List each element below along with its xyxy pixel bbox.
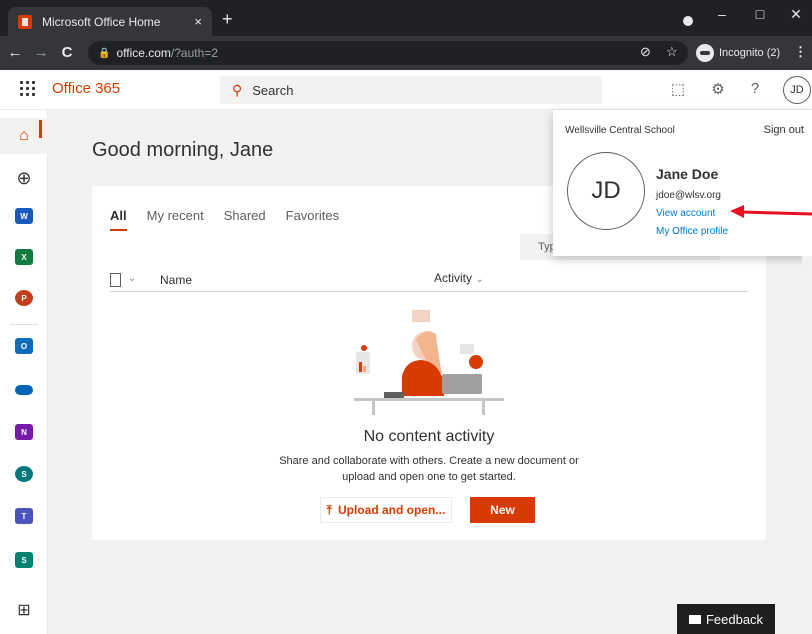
- tab-all[interactable]: All: [110, 208, 127, 231]
- search-input[interactable]: ⚲ Search: [220, 76, 602, 104]
- window-close-button[interactable]: ✕: [786, 6, 806, 23]
- account-name: Jane Doe: [656, 166, 719, 182]
- new-button[interactable]: New: [470, 497, 535, 523]
- tracking-off-icon[interactable]: ⊘: [640, 44, 651, 60]
- excel-icon: X: [15, 249, 33, 265]
- outlook-icon: O: [15, 338, 33, 354]
- rail-home[interactable]: ⌂: [0, 118, 48, 154]
- office-header: Office 365 ⚲ Search ⬚ ⚙ ? JD: [0, 70, 812, 110]
- rail-powerpoint[interactable]: P: [0, 280, 48, 316]
- office-favicon-icon: [18, 14, 32, 29]
- rail-word[interactable]: W: [0, 198, 48, 234]
- browser-tab[interactable]: Microsoft Office Home ×: [8, 7, 212, 36]
- rail-outlook[interactable]: O: [0, 328, 48, 364]
- word-icon: W: [15, 208, 33, 224]
- incognito-icon: [696, 44, 714, 62]
- teams-icon: T: [15, 508, 33, 524]
- powerpoint-icon: P: [15, 290, 33, 306]
- incognito-badge[interactable]: Incognito (2): [696, 41, 780, 65]
- forward-button[interactable]: →: [32, 44, 50, 61]
- search-icon: ⚲: [232, 81, 243, 98]
- whats-new-icon[interactable]: ⬚: [669, 80, 687, 98]
- back-button[interactable]: ←: [6, 44, 24, 61]
- chevron-down-icon[interactable]: ⌄: [128, 273, 136, 284]
- office-brand[interactable]: Office 365: [52, 80, 120, 97]
- account-panel: Wellsville Central School Sign out JD Ja…: [553, 110, 812, 256]
- office-profile-link[interactable]: My Office profile: [656, 226, 728, 237]
- tab-close-icon[interactable]: ×: [194, 14, 202, 29]
- reload-button[interactable]: C: [58, 44, 76, 61]
- minimize-button[interactable]: –: [712, 6, 732, 22]
- tab-title: Microsoft Office Home: [42, 14, 161, 29]
- rail-excel[interactable]: X: [0, 239, 48, 275]
- rail-sharepoint[interactable]: S: [0, 456, 48, 492]
- feedback-icon: [688, 614, 701, 624]
- rail-sway[interactable]: S: [0, 542, 48, 578]
- app-rail: ⌂ ⊕ W X P O N S T S ⊞: [0, 110, 48, 634]
- onedrive-icon: [15, 385, 33, 395]
- new-tab-button[interactable]: +: [222, 9, 233, 30]
- home-icon: ⌂: [19, 127, 29, 144]
- tab-shared[interactable]: Shared: [224, 208, 266, 231]
- app-launcher-icon[interactable]: [20, 81, 36, 97]
- rail-all-apps[interactable]: ⊞: [0, 592, 48, 628]
- help-icon[interactable]: ?: [746, 80, 764, 97]
- browser-tabbar: Microsoft Office Home × + – □ ✕: [0, 0, 812, 36]
- address-bar-row: ← → C 🔒 office.com/?auth=2 ⊘ ☆ Incognito…: [0, 36, 812, 70]
- file-tabs: All My recent Shared Favorites: [110, 208, 359, 231]
- tab-my-recent[interactable]: My recent: [147, 208, 204, 231]
- upload-and-open-button[interactable]: ⤒ Upload and open...: [320, 497, 452, 523]
- profile-dot-icon[interactable]: [683, 16, 693, 26]
- sharepoint-icon: S: [15, 466, 33, 482]
- annotation-arrow-icon: [730, 205, 812, 218]
- maximize-button[interactable]: □: [750, 6, 770, 22]
- empty-state-description: Share and collaborate with others. Creat…: [279, 455, 579, 483]
- rail-onedrive[interactable]: [0, 372, 48, 408]
- sign-out-link[interactable]: Sign out: [764, 124, 804, 136]
- list-header: ⌄ Name Activity ⌄: [110, 270, 748, 292]
- organization-name: Wellsville Central School: [565, 125, 675, 136]
- gear-icon[interactable]: ⚙: [709, 80, 727, 98]
- empty-state-title: No content activity: [363, 428, 495, 445]
- create-plus-icon: ⊕: [16, 167, 32, 188]
- rail-teams[interactable]: T: [0, 498, 48, 534]
- account-avatar[interactable]: JD: [567, 152, 645, 230]
- feedback-button[interactable]: Feedback: [677, 604, 775, 634]
- lock-icon: 🔒: [98, 47, 111, 59]
- column-name[interactable]: Name: [160, 273, 192, 287]
- rail-divider: [10, 324, 38, 325]
- search-placeholder: Search: [252, 82, 294, 98]
- empty-state-illustration: [354, 310, 504, 415]
- header-avatar[interactable]: JD: [783, 76, 811, 104]
- view-account-link[interactable]: View account: [656, 208, 715, 219]
- incognito-label: Incognito (2): [719, 47, 781, 59]
- file-type-icon[interactable]: [110, 273, 121, 287]
- account-email: jdoe@wlsv.org: [656, 190, 721, 201]
- rail-create[interactable]: ⊕: [0, 160, 48, 196]
- url-field[interactable]: 🔒 office.com/?auth=2: [88, 41, 688, 65]
- star-icon[interactable]: ☆: [666, 44, 678, 60]
- url-host: office.com: [116, 46, 171, 60]
- tab-favorites[interactable]: Favorites: [286, 208, 339, 231]
- sway-icon: S: [15, 552, 33, 568]
- browser-menu-icon[interactable]: ⋮: [794, 44, 807, 60]
- all-apps-icon: ⊞: [17, 602, 31, 619]
- upload-icon: ⤒: [326, 502, 332, 517]
- column-activity[interactable]: Activity ⌄: [434, 271, 484, 285]
- page-title: Good morning, Jane: [92, 139, 274, 161]
- page-scrollbar[interactable]: [802, 256, 812, 634]
- onenote-icon: N: [15, 424, 33, 440]
- rail-onenote[interactable]: N: [0, 414, 48, 450]
- url-path: /?auth=2: [170, 46, 218, 60]
